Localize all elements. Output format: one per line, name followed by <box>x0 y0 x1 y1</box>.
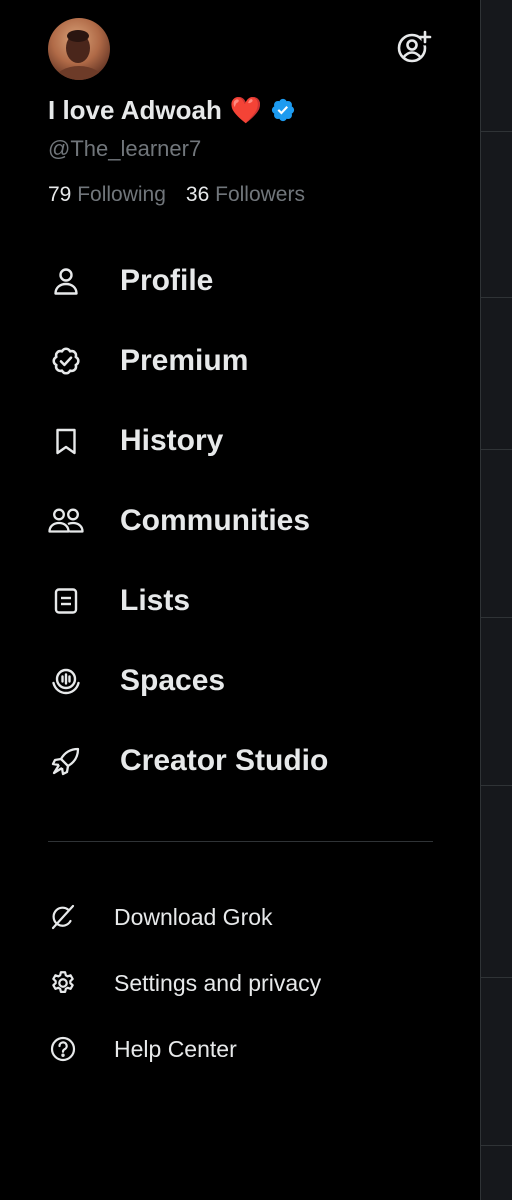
nav-item-communities[interactable]: Communities <box>48 481 468 561</box>
nav-item-help-center[interactable]: Help Center <box>48 1016 468 1082</box>
nav-item-settings-privacy[interactable]: Settings and privacy <box>48 950 468 1016</box>
background-feed-edge <box>480 0 512 1200</box>
avatar[interactable] <box>48 18 110 80</box>
follow-stats: 79 Following 36 Followers <box>48 183 305 207</box>
nav-label-communities: Communities <box>120 504 311 537</box>
nav-label-history: History <box>120 424 224 457</box>
feed-separator <box>481 131 512 132</box>
nav-item-lists[interactable]: Lists <box>48 561 468 641</box>
feed-separator <box>481 617 512 618</box>
followers-count: 36 <box>185 183 210 206</box>
label-help-center: Help Center <box>114 1035 237 1062</box>
help-icon <box>48 1034 78 1064</box>
verified-badge-icon <box>270 97 296 123</box>
feed-separator <box>481 449 512 450</box>
nav-label-premium: Premium <box>120 344 249 377</box>
lists-icon <box>48 583 84 619</box>
divider <box>48 841 433 842</box>
bookmark-icon <box>48 423 84 459</box>
display-name[interactable]: I love Adwoah <box>48 95 222 126</box>
user-handle[interactable]: @The_learner7 <box>48 136 201 162</box>
following-count: 79 <box>48 183 72 206</box>
gear-icon <box>48 968 78 998</box>
feed-separator <box>481 977 512 978</box>
followers-link[interactable]: 36 Followers <box>186 183 305 207</box>
heart-emoji: ❤️ <box>229 95 263 125</box>
nav-label-lists: Lists <box>120 584 191 617</box>
feed-separator <box>481 785 512 786</box>
side-drawer: I love Adwoah ❤️ @The_learner7 79 Follow… <box>0 0 480 1200</box>
followers-label: Followers <box>215 183 305 206</box>
nav-item-download-grok[interactable]: Download Grok <box>48 884 468 950</box>
nav-item-profile[interactable]: Profile <box>48 241 468 321</box>
grok-icon <box>48 902 78 932</box>
following-link[interactable]: 79 Following <box>48 183 166 207</box>
spaces-icon <box>48 663 84 699</box>
nav-item-premium[interactable]: Premium <box>48 321 468 401</box>
label-download-grok: Download Grok <box>114 903 273 930</box>
premium-badge-icon <box>48 343 84 379</box>
person-icon <box>48 263 84 299</box>
following-label: Following <box>77 183 166 206</box>
nav-label-profile: Profile <box>120 264 214 297</box>
main-nav: Profile Premium History Communities List… <box>48 241 468 801</box>
rocket-icon <box>48 743 84 779</box>
nav-item-history[interactable]: History <box>48 401 468 481</box>
communities-icon <box>48 503 84 539</box>
nav-label-creator-studio: Creator Studio <box>120 744 329 777</box>
feed-separator <box>481 1145 512 1146</box>
nav-item-creator-studio[interactable]: Creator Studio <box>48 721 468 801</box>
feed-separator <box>481 297 512 298</box>
secondary-nav: Download Grok Settings and privacy Help … <box>48 884 468 1082</box>
nav-item-spaces[interactable]: Spaces <box>48 641 468 721</box>
display-name-row[interactable]: I love Adwoah ❤️ <box>48 93 296 127</box>
label-settings-privacy: Settings and privacy <box>114 969 322 996</box>
add-account-icon[interactable] <box>394 28 434 68</box>
nav-label-spaces: Spaces <box>120 664 226 697</box>
